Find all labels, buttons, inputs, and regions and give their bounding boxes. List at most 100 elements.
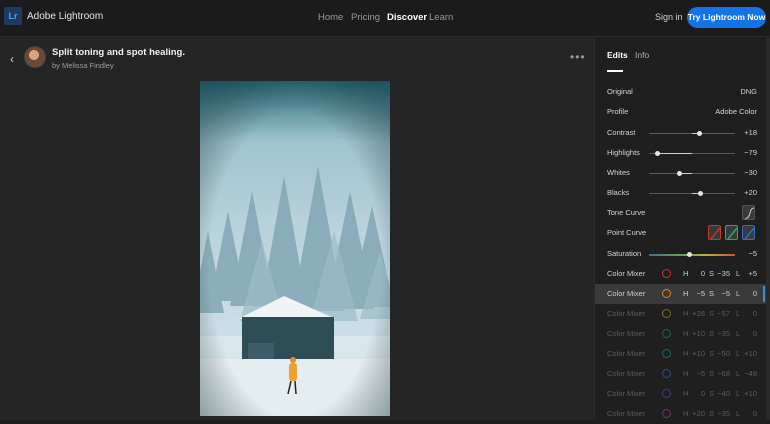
nav-learn[interactable]: Learn xyxy=(429,12,453,23)
luminance-letter: L xyxy=(736,409,741,418)
highlights-slider-handle[interactable] xyxy=(655,151,661,156)
luminance-letter: L xyxy=(736,389,741,398)
color-mixer-label: Color Mixer xyxy=(607,329,646,338)
point-curve-row: Point Curve xyxy=(595,223,770,243)
blacks-value: +20 xyxy=(744,188,757,197)
saturation-label: Saturation xyxy=(607,249,642,258)
highlights-slider-track[interactable] xyxy=(649,151,735,156)
hue-letter: H xyxy=(683,289,689,298)
nav-discover[interactable]: Discover xyxy=(387,12,427,23)
whites-slider-track[interactable] xyxy=(649,171,735,176)
saturation-letter: S xyxy=(709,349,715,358)
color-swatch-icon[interactable] xyxy=(662,349,671,358)
luminance-letter: L xyxy=(736,289,741,298)
color-swatch-icon[interactable] xyxy=(662,329,671,338)
color-swatch-icon[interactable] xyxy=(662,269,671,278)
luminance-letter: L xyxy=(736,329,741,338)
color-mixer-label: Color Mixer xyxy=(607,309,646,318)
blacks-slider-track[interactable] xyxy=(649,191,735,196)
nav-home[interactable]: Home xyxy=(318,12,343,23)
saturation-mix-value: −68 xyxy=(717,369,730,378)
point-curve-channel-icon[interactable] xyxy=(742,225,755,240)
profile-label: Profile xyxy=(607,107,629,116)
saturation-letter: S xyxy=(709,309,715,318)
hue-letter: H xyxy=(683,309,689,318)
color-mixer-row[interactable]: Color Mixer H 0 S −35 L +5 xyxy=(595,264,770,284)
app-name[interactable]: Adobe Lightroom xyxy=(27,11,103,22)
highlights-slider-fill xyxy=(657,153,692,154)
saturation-mix-value: −57 xyxy=(717,309,730,318)
luminance-value: +10 xyxy=(744,349,757,358)
hue-letter: H xyxy=(683,269,689,278)
tutorial-author[interactable]: by Melissa Findley xyxy=(52,61,114,70)
selection-indicator xyxy=(763,286,765,302)
hue-value: +10 xyxy=(692,349,705,358)
whites-slider-handle[interactable] xyxy=(676,171,682,176)
tab-edits[interactable]: Edits xyxy=(607,50,628,60)
snow-cabin-scene xyxy=(200,81,390,416)
active-tab-indicator xyxy=(607,70,623,72)
color-mixer-row[interactable]: Color Mixer H −5 S −5 L 0 xyxy=(595,284,770,304)
saturation-letter: S xyxy=(709,409,715,418)
color-swatch-icon[interactable] xyxy=(662,309,671,318)
color-mixer-row[interactable]: Color Mixer H +28 S −57 L 0 xyxy=(595,304,770,324)
point-curve-channel-icon[interactable] xyxy=(725,225,738,240)
panel-scrollbar[interactable] xyxy=(766,38,770,420)
highlights-value: −79 xyxy=(744,148,757,157)
hue-letter: H xyxy=(683,369,689,378)
saturation-slider-handle[interactable] xyxy=(686,252,692,257)
luminance-letter: L xyxy=(736,349,741,358)
whites-value: −30 xyxy=(744,168,757,177)
saturation-value: −5 xyxy=(748,249,757,258)
profile-value: Adobe Color xyxy=(715,107,757,116)
color-mixer-label: Color Mixer xyxy=(607,389,646,398)
contrast-value: +18 xyxy=(744,128,757,137)
hue-value: +10 xyxy=(692,329,705,338)
more-options-icon[interactable]: ••• xyxy=(570,50,586,64)
color-mixer-row[interactable]: Color Mixer H −5 S −68 L −48 xyxy=(595,364,770,384)
color-mixer-row[interactable]: Color Mixer H 0 S −40 L +10 xyxy=(595,384,770,404)
luminance-letter: L xyxy=(736,369,741,378)
hue-letter: H xyxy=(683,349,689,358)
author-avatar[interactable] xyxy=(24,46,46,68)
luminance-value: 0 xyxy=(752,289,757,298)
tutorial-title: Split toning and spot healing. xyxy=(52,47,185,58)
saturation-slider-track[interactable] xyxy=(649,252,735,257)
top-bar: Lr Adobe Lightroom Home Pricing Discover… xyxy=(0,0,770,37)
hue-letter: H xyxy=(683,389,689,398)
tone-curve-label: Tone Curve xyxy=(607,208,646,217)
luminance-value: +5 xyxy=(748,269,757,278)
saturation-letter: S xyxy=(709,289,715,298)
hue-value: 0 xyxy=(700,389,705,398)
whites-row: Whites −30 xyxy=(595,163,770,183)
try-lightroom-button[interactable]: Try Lightroom Now xyxy=(687,7,766,28)
color-swatch-icon[interactable] xyxy=(662,409,671,418)
sign-in-link[interactable]: Sign in xyxy=(655,12,683,22)
nav-pricing[interactable]: Pricing xyxy=(351,12,380,23)
contrast-row: Contrast +18 xyxy=(595,123,770,143)
color-swatch-icon[interactable] xyxy=(662,289,671,298)
saturation-letter: S xyxy=(709,269,715,278)
color-mixer-label: Color Mixer xyxy=(607,369,646,378)
hue-value: 0 xyxy=(700,269,705,278)
color-mixer-label: Color Mixer xyxy=(607,409,646,418)
luminance-letter: L xyxy=(736,269,741,278)
blacks-row: Blacks +20 xyxy=(595,183,770,203)
back-chevron-icon[interactable]: ‹ xyxy=(10,52,14,66)
lightroom-logo[interactable]: Lr xyxy=(4,7,22,25)
color-swatch-icon[interactable] xyxy=(662,369,671,378)
original-row: Original DNG xyxy=(595,82,770,102)
tone-curve-icon[interactable] xyxy=(742,205,755,220)
color-mixer-row[interactable]: Color Mixer H +10 S −50 L +10 xyxy=(595,344,770,364)
color-mixer-row[interactable]: Color Mixer H +10 S −35 L 0 xyxy=(595,324,770,344)
color-mixer-label: Color Mixer xyxy=(607,349,646,358)
contrast-slider-handle[interactable] xyxy=(697,131,703,136)
saturation-letter: S xyxy=(709,389,715,398)
color-mixer-row[interactable]: Color Mixer H +20 S −35 L 0 xyxy=(595,404,770,424)
blacks-slider-handle[interactable] xyxy=(698,191,704,196)
point-curve-channel-icon[interactable] xyxy=(708,225,721,240)
contrast-slider-track[interactable] xyxy=(649,131,735,136)
color-swatch-icon[interactable] xyxy=(662,389,671,398)
saturation-mix-value: −5 xyxy=(721,289,730,298)
tab-info[interactable]: Info xyxy=(635,50,649,60)
